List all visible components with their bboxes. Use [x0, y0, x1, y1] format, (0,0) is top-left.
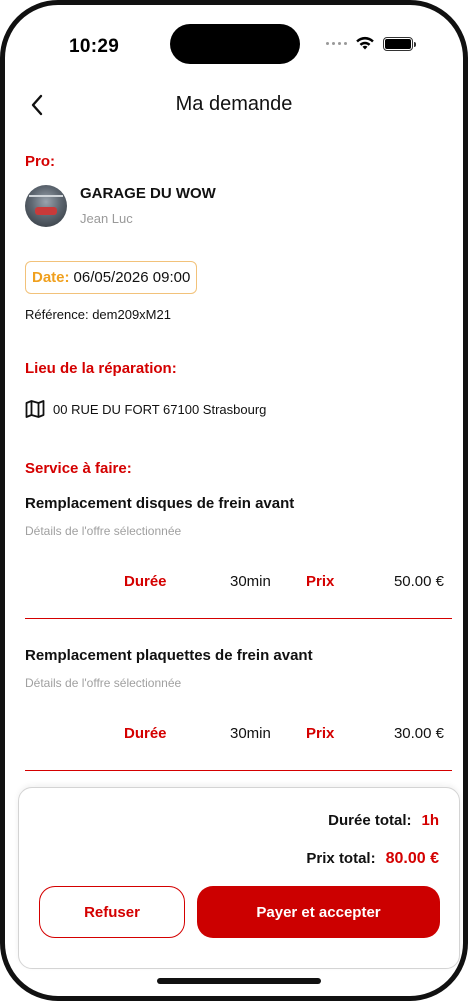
avatar [25, 185, 67, 227]
service-item: Remplacement plaquettes de frein avant D… [25, 647, 452, 742]
duree-total-label: Durée total: [328, 812, 412, 829]
battery-icon [383, 36, 416, 51]
duree-total-row: Durée total: 1h [328, 812, 439, 829]
prix-total-row: Prix total: 80.00 € [306, 850, 439, 868]
dynamic-island [170, 24, 300, 64]
duree-value: 30min [230, 725, 271, 742]
status-time: 10:29 [69, 36, 120, 57]
page-title: Ma demande [175, 93, 293, 115]
prix-label: Prix [306, 573, 335, 590]
header: Ma demande [5, 85, 463, 125]
reference-text: Référence: dem209xM21 [25, 307, 171, 322]
duree-total-value: 1h [421, 812, 439, 829]
pro-person: Jean Luc [80, 211, 133, 226]
service-details-link[interactable]: Détails de l'offre sélectionnée [25, 524, 452, 538]
duree-label: Durée [124, 573, 167, 590]
status-bar: 10:29 [5, 5, 463, 85]
duree-label: Durée [124, 725, 167, 742]
service-title: Remplacement disques de frein avant [25, 495, 295, 512]
address-text: 00 RUE DU FORT 67100 Strasbourg [53, 401, 267, 417]
prix-value: 30.00 € [393, 725, 444, 742]
service-details-link[interactable]: Détails de l'offre sélectionnée [25, 676, 452, 690]
pro-name: GARAGE DU WOW [80, 185, 216, 202]
status-icons [326, 36, 416, 51]
service-item: Remplacement disques de frein avant Déta… [25, 495, 452, 590]
location-section-label: Lieu de la réparation: [25, 360, 177, 377]
service-title: Remplacement plaquettes de frein avant [25, 647, 313, 664]
service-meta: Durée 30min Prix 30.00 € [25, 725, 452, 745]
service-meta: Durée 30min Prix 50.00 € [25, 573, 452, 593]
phone-frame: 10:29 Ma demande Pro: GARAGE DU WOW Jean… [0, 0, 468, 1001]
prix-total-label: Prix total: [306, 850, 376, 867]
signal-icon [326, 42, 347, 45]
summary-panel: Durée total: 1h Prix total: 80.00 € Refu… [18, 787, 460, 969]
divider [25, 770, 452, 771]
divider [25, 618, 452, 619]
duree-value: 30min [230, 573, 271, 590]
prix-label: Prix [306, 725, 335, 742]
date-badge: Date: 06/05/2026 09:00 [25, 261, 198, 294]
home-indicator [157, 978, 321, 984]
wifi-icon [356, 36, 374, 50]
pro-section-label: Pro: [25, 153, 55, 170]
date-value: 06/05/2026 09:00 [73, 269, 191, 286]
map-icon [25, 400, 45, 418]
date-label: Date: [32, 269, 70, 286]
service-section-label: Service à faire: [25, 460, 132, 477]
prix-total-value: 80.00 € [385, 850, 439, 867]
location-address: 00 RUE DU FORT 67100 Strasbourg [25, 400, 266, 418]
refuse-button[interactable]: Refuser [39, 886, 185, 938]
prix-value: 50.00 € [393, 573, 444, 590]
pay-accept-button[interactable]: Payer et accepter [197, 886, 440, 938]
